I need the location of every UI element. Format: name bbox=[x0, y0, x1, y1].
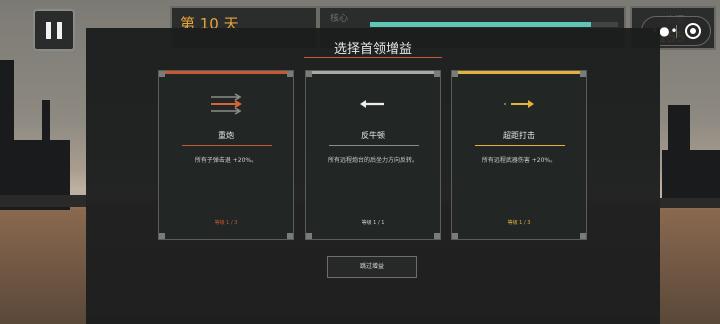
card-name: 超距打击 bbox=[503, 131, 535, 140]
left-chimney bbox=[42, 100, 50, 160]
buff-card-heavy-cannon[interactable]: 重炮 所有子弹击退 +20%。 等级 1 / 3 bbox=[158, 70, 294, 240]
card-corner bbox=[306, 71, 312, 77]
card-corner bbox=[434, 233, 440, 239]
skip-buff-button[interactable]: 跳过增益 bbox=[327, 256, 417, 278]
card-corner bbox=[159, 71, 165, 77]
core-health-fill bbox=[370, 22, 591, 27]
right-building bbox=[662, 150, 720, 205]
left-base bbox=[0, 195, 86, 207]
card-description: 所有远程武器伤害 +20%。 bbox=[481, 157, 557, 164]
long-arrow-icon bbox=[504, 100, 534, 108]
card-description: 所有远程炮台的后坐力方向反转。 bbox=[327, 157, 418, 164]
modal-title: 选择首领增益 bbox=[333, 42, 412, 57]
card-corner bbox=[434, 71, 440, 77]
card-corner bbox=[452, 71, 458, 77]
card-name: 重炮 bbox=[218, 131, 234, 140]
card-corner bbox=[287, 233, 293, 239]
right-base bbox=[660, 198, 720, 208]
triple-arrow-icon bbox=[211, 93, 242, 115]
card-corner bbox=[452, 233, 458, 239]
card-name-underline bbox=[329, 145, 419, 146]
pause-button[interactable] bbox=[33, 9, 75, 51]
card-level: 等级 1 / 3 bbox=[507, 220, 531, 226]
card-top-accent bbox=[306, 71, 440, 74]
card-corner bbox=[580, 71, 586, 77]
card-top-accent bbox=[159, 71, 293, 74]
card-top-accent bbox=[452, 71, 586, 74]
boss-buff-modal: 选择首领增益 重炮 所有子弹击退 +20%。 等级 1 / 3 反牛顿 所有远程… bbox=[86, 28, 660, 324]
title-underline bbox=[304, 57, 442, 58]
card-level: 等级 1 / 3 bbox=[214, 220, 238, 226]
card-name-underline bbox=[475, 145, 565, 146]
card-name-underline bbox=[182, 145, 272, 146]
card-corner bbox=[287, 71, 293, 77]
card-name: 反牛顿 bbox=[361, 131, 385, 140]
card-level: 等级 1 / 1 bbox=[361, 220, 385, 226]
buff-card-anti-newton[interactable]: 反牛顿 所有远程炮台的后坐力方向反转。 等级 1 / 1 bbox=[305, 70, 441, 240]
card-corner bbox=[580, 233, 586, 239]
core-label: 核心 bbox=[330, 14, 349, 24]
reverse-arrow-icon bbox=[360, 100, 384, 108]
card-corner bbox=[306, 233, 312, 239]
target-close-icon[interactable] bbox=[685, 23, 701, 39]
buff-card-long-range-strike[interactable]: 超距打击 所有远程武器伤害 +20%。 等级 1 / 3 bbox=[451, 70, 587, 240]
core-health-bar bbox=[370, 22, 618, 27]
capsule-divider bbox=[676, 25, 677, 38]
card-description: 所有子弹击退 +20%。 bbox=[194, 157, 258, 164]
card-corner bbox=[159, 233, 165, 239]
